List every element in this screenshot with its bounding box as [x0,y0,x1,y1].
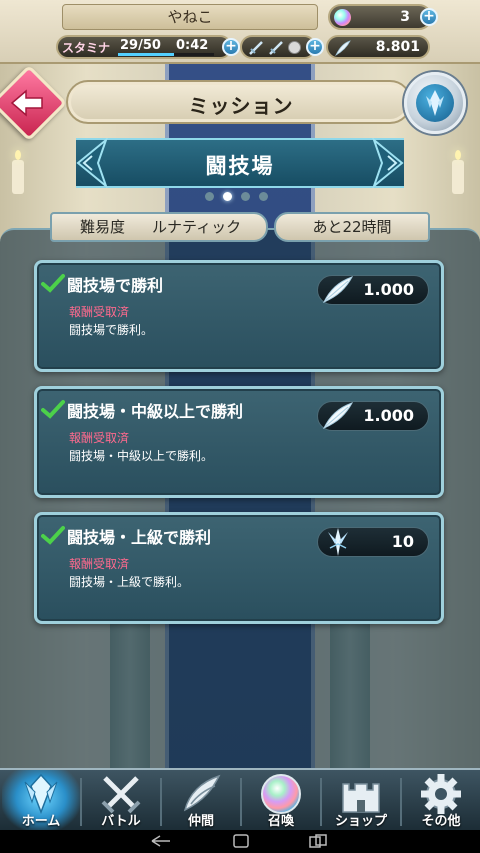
nav-home[interactable]: ホーム [2,770,80,832]
system-home-icon[interactable] [230,834,252,848]
checkmark-icon [41,400,65,419]
mission-title: 闘技場で勝利 [67,276,164,295]
stamina-value: 29/50 [120,38,161,53]
system-navigation-bar [0,830,480,853]
difficulty-tab: 難易度 ルナティック [50,212,268,242]
orb-icon [334,9,351,26]
back-arrow-icon[interactable] [8,86,48,120]
nav-shop[interactable]: ショップ [322,770,400,832]
nav-misc[interactable]: その他 [402,770,480,832]
nav-label: バトル [101,814,141,829]
feather-icon [322,402,354,429]
system-back-icon[interactable] [150,834,172,848]
mission-card[interactable]: 闘技場・上級で勝利 報酬受取済 闘技場・上級で勝利。 10 [34,512,444,624]
difficulty-label: 難易度 [80,218,126,236]
duel-swords-meter: + [240,35,324,59]
add-dueling-swords-button[interactable]: + [306,38,324,56]
reward-badge: 10 [317,527,429,557]
stamina-meter: スタミナ 29/50 0:42 + [56,35,240,59]
mission-title: 闘技場・中級以上で勝利 [67,402,244,421]
emblem-button[interactable] [404,72,466,134]
nav-label: その他 [421,814,461,829]
page-dot [259,192,268,201]
nav-label: ショップ [334,814,387,829]
mission-description: 闘技場・中級以上で勝利。 [69,449,214,463]
crest-icon [416,84,454,122]
feather-count: 8.801 [375,39,420,55]
system-recents-icon[interactable] [308,834,330,848]
reward-badge: 1.000 [317,401,429,431]
stamina-label: スタミナ [62,41,111,55]
add-orbs-button[interactable]: + [420,8,438,26]
status-bar: やねこ 3 + スタミナ 29/50 0:42 + + 8.801 [0,0,480,64]
candle-decoration [452,150,464,194]
stamina-bar-fill [118,53,174,56]
nav-summon[interactable]: 召喚 [242,770,320,832]
feather-icon [322,276,354,303]
previous-category-arrow-icon[interactable] [72,138,108,188]
mission-description: 闘技場で勝利。 [69,323,154,337]
nav-label: ホーム [21,814,61,829]
reward-status: 報酬受取済 [69,431,130,445]
category-title: 闘技場 [205,154,275,178]
next-category-arrow-icon[interactable] [372,138,408,188]
reward-status: 報酬受取済 [69,557,130,571]
nav-allies[interactable]: 仲間 [162,770,240,832]
candle-decoration [12,150,24,194]
dueling-sword-empty-icon [288,41,301,54]
mission-card[interactable]: 闘技場で勝利 報酬受取済 闘技場で勝利。 1.000 [34,260,444,372]
reward-amount: 1.000 [363,406,414,425]
feather-icon [335,40,351,57]
reward-amount: 1.000 [363,280,414,299]
player-name: やねこ [62,4,318,30]
page-dot [223,192,232,201]
reward-badge: 1.000 [317,275,429,305]
time-remaining-tab: あと22時間 [274,212,430,242]
nav-label: 仲間 [187,814,214,829]
orb-count: 3 [400,9,410,25]
stamina-timer: 0:42 [176,38,209,53]
page-dot [205,192,214,201]
dueling-sword-icon [249,41,263,55]
difficulty-value: ルナティック [152,218,242,236]
category-banner: 闘技場 [76,138,404,188]
page-title: ミッション [188,94,294,118]
reward-amount: 10 [391,532,414,551]
mission-description: 闘技場・上級で勝利。 [69,575,190,589]
orb-counter: 3 + [328,4,438,30]
checkmark-icon [41,526,65,545]
checkmark-icon [41,274,65,293]
reward-status: 報酬受取済 [69,305,130,319]
page-dot [241,192,250,201]
bottom-navigation: ホーム バトル 仲間 召喚 ショップ その他 [0,768,480,832]
dueling-crest-icon [328,528,348,556]
nav-label: 召喚 [267,814,294,829]
mission-title: 闘技場・上級で勝利 [67,528,212,547]
nav-battle[interactable]: バトル [82,770,160,832]
stamina-bar [118,53,214,56]
dueling-sword-icon [269,41,283,55]
add-stamina-button[interactable]: + [222,38,240,56]
page-title-plate: ミッション [66,80,412,124]
category-page-indicator [205,192,275,202]
mission-card[interactable]: 闘技場・中級以上で勝利 報酬受取済 闘技場・中級以上で勝利。 1.000 [34,386,444,498]
feather-counter: 8.801 [326,35,430,59]
